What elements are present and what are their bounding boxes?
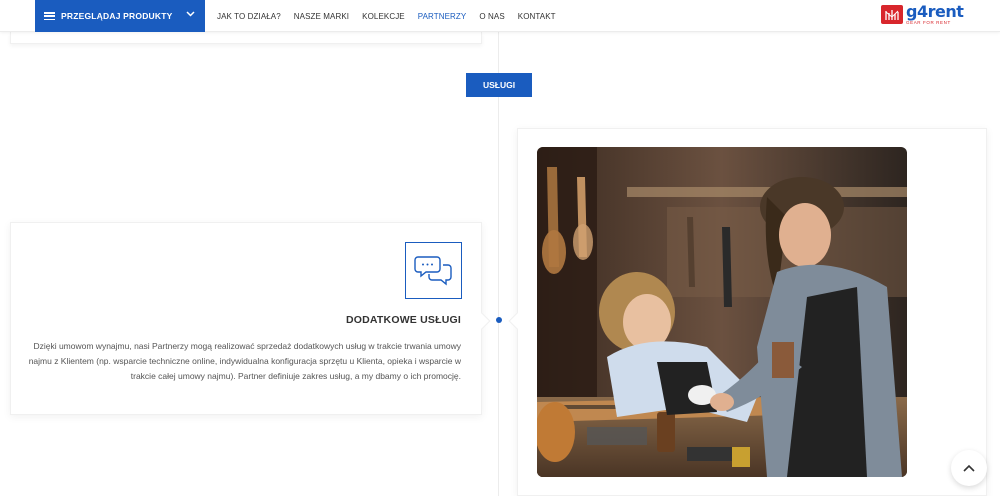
timeline-line <box>498 32 499 496</box>
browse-products-button[interactable]: PRZEGLĄDAJ PRODUKTY <box>35 0 205 32</box>
nav-kolekcje[interactable]: KOLEKCJE <box>362 12 405 21</box>
previous-card-edge <box>10 32 482 44</box>
card-pointer <box>508 312 526 330</box>
timeline-dot <box>496 317 502 323</box>
card-pointer <box>473 312 491 330</box>
feature-description: Dzięki umowom wynajmu, nasi Partnerzy mo… <box>28 341 461 381</box>
workshop-photo <box>537 147 907 477</box>
logo-brand-text: g4rent <box>906 2 964 21</box>
nav-o-nas[interactable]: O NAS <box>479 12 504 21</box>
top-navigation-bar: PRZEGLĄDAJ PRODUKTY JAK TO DZIAŁA? NASZE… <box>0 0 1000 32</box>
nav-kontakt[interactable]: KONTAKT <box>518 12 556 21</box>
logo-mark-icon <box>881 5 903 24</box>
hamburger-icon <box>44 12 55 21</box>
chevron-down-icon <box>186 11 195 17</box>
browse-products-label: PRZEGLĄDAJ PRODUKTY <box>61 11 173 21</box>
main-nav: JAK TO DZIAŁA? NASZE MARKI KOLEKCJE PART… <box>217 0 569 32</box>
feature-card-dodatkowe-uslugi: DODATKOWE USŁUGI Dzięki umowom wynajmu, … <box>10 222 491 415</box>
scroll-to-top-button[interactable] <box>951 450 987 486</box>
image-card <box>508 128 987 496</box>
nav-nasze-marki[interactable]: NASZE MARKI <box>294 12 349 21</box>
nav-jak-to-dziala[interactable]: JAK TO DZIAŁA? <box>217 12 281 21</box>
section-tag-uslugi: USŁUGI <box>466 73 532 97</box>
g4rent-logo[interactable]: g4rent GEAR FOR RENT <box>881 2 964 25</box>
nav-partnerzy[interactable]: PARTNERZY <box>418 12 467 21</box>
feature-title: DODATKOWE USŁUGI <box>346 314 461 326</box>
chevron-up-icon <box>963 464 975 472</box>
chat-bubbles-icon <box>405 242 462 299</box>
